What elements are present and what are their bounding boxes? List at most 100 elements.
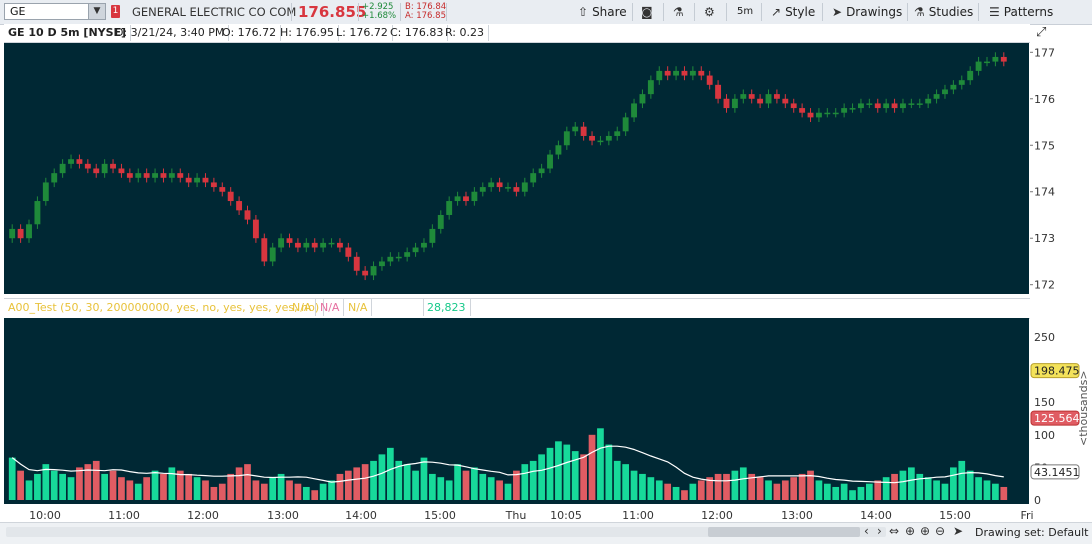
toolbar-divider bbox=[446, 3, 447, 21]
volume-bar bbox=[25, 480, 33, 500]
volume-bar bbox=[386, 447, 394, 500]
candle-body bbox=[975, 61, 982, 71]
candle-body bbox=[454, 196, 461, 202]
drawings-button[interactable]: ➤ Drawings bbox=[832, 3, 902, 21]
volume-bar bbox=[67, 477, 75, 500]
volume-bar bbox=[597, 428, 604, 500]
candle-body bbox=[177, 173, 184, 178]
symbol-dropdown-button[interactable]: ▼ bbox=[88, 4, 105, 19]
toolbar-divider bbox=[978, 3, 979, 21]
candle-body bbox=[631, 103, 637, 118]
volume-chart[interactable] bbox=[4, 318, 1029, 504]
settings-button[interactable]: ⚙ bbox=[704, 3, 715, 21]
price-chart[interactable] bbox=[4, 43, 1029, 294]
volume-bar bbox=[832, 486, 840, 500]
candle-body bbox=[799, 108, 806, 113]
candle-body bbox=[152, 173, 158, 178]
volume-bar bbox=[580, 454, 587, 500]
candle-body bbox=[563, 131, 570, 146]
drawing-set-label[interactable]: Drawing set: Default bbox=[975, 526, 1088, 539]
volume-bar bbox=[429, 473, 436, 500]
timeframe-button[interactable]: 5m bbox=[737, 3, 753, 21]
candle-body bbox=[412, 247, 419, 253]
volume-bar bbox=[908, 467, 915, 500]
expand-horizontal-icon[interactable]: ⇔ bbox=[889, 524, 899, 538]
volume-axis[interactable]: 250150100500198.475125.56443.1451<thousa… bbox=[1030, 318, 1092, 504]
volume-bar bbox=[336, 473, 344, 500]
scroll-left-icon[interactable]: ‹ bbox=[864, 524, 869, 538]
volume-tick-label: 250 bbox=[1034, 331, 1055, 344]
lab-button[interactable]: ⚗ bbox=[673, 3, 684, 21]
style-icon: ↗ bbox=[771, 5, 782, 19]
candle-body bbox=[395, 256, 402, 259]
volume-bar bbox=[218, 483, 226, 500]
volume-bar bbox=[487, 477, 495, 500]
candle-body bbox=[101, 163, 108, 174]
candle-body bbox=[68, 159, 74, 164]
snapshot-button[interactable]: ◙ bbox=[641, 3, 653, 21]
candle-body bbox=[227, 191, 234, 202]
candle-body bbox=[194, 177, 201, 183]
candle-body bbox=[731, 98, 738, 109]
volume-bar bbox=[361, 464, 369, 500]
candle-body bbox=[143, 173, 150, 178]
share-label: Share bbox=[592, 5, 627, 19]
time-tick-label: 12:00 bbox=[187, 509, 219, 522]
volume-bar bbox=[118, 477, 125, 500]
alert-badge[interactable]: 1 bbox=[111, 5, 120, 18]
candle-body bbox=[252, 219, 259, 239]
volume-bar bbox=[185, 473, 193, 500]
candle-body bbox=[488, 182, 495, 188]
candle-body bbox=[950, 84, 957, 90]
volume-bar bbox=[160, 473, 167, 500]
patterns-button[interactable]: ☰ Patterns bbox=[989, 3, 1053, 21]
price-axis[interactable]: 177 176 175 174 173 172 bbox=[1030, 43, 1092, 294]
candle-body bbox=[547, 154, 553, 169]
study-value-2: N/A bbox=[316, 299, 345, 316]
candle-body bbox=[740, 94, 747, 99]
candle-body bbox=[463, 196, 469, 202]
time-tick-label: Fri bbox=[1020, 509, 1033, 522]
volume-bar bbox=[260, 483, 268, 500]
volume-bar bbox=[143, 477, 151, 500]
volume-bar bbox=[630, 470, 638, 500]
scroll-right-icon[interactable]: › bbox=[877, 524, 882, 538]
time-axis[interactable]: 10:00 11:00 12:00 13:00 14:00 15:00 Thu 10:05 11… bbox=[0, 505, 1092, 522]
toolbar-divider bbox=[694, 3, 695, 21]
time-tick-label: 13:00 bbox=[781, 509, 813, 522]
candle-body bbox=[51, 173, 58, 183]
volume-bar bbox=[756, 477, 764, 500]
crosshair-icon[interactable]: ⊕ bbox=[905, 524, 915, 538]
volume-bar bbox=[370, 460, 377, 500]
candle-body bbox=[244, 210, 251, 220]
volume-bar bbox=[471, 467, 478, 500]
study-name[interactable]: A00_Test (50, 30, 200000000, yes, no, ye… bbox=[4, 299, 325, 316]
volume-bar bbox=[555, 441, 562, 500]
candle-body bbox=[328, 242, 335, 245]
volume-bar bbox=[916, 473, 924, 500]
volume-bar bbox=[697, 480, 705, 500]
volume-bar bbox=[882, 477, 890, 500]
volume-bar bbox=[689, 483, 697, 500]
candle-body bbox=[639, 94, 646, 104]
volume-bar bbox=[445, 480, 453, 500]
company-name: GENERAL ELECTRIC CO COM bbox=[132, 5, 297, 19]
studies-button[interactable]: ⚗ Studies bbox=[914, 3, 973, 21]
volume-bar bbox=[588, 434, 596, 500]
scrollbar-thumb[interactable] bbox=[708, 527, 860, 537]
share-button[interactable]: ⇧ Share bbox=[578, 3, 627, 21]
volume-bar bbox=[227, 473, 235, 500]
candle-body bbox=[446, 201, 453, 215]
cursor-icon[interactable]: ➤ bbox=[953, 524, 963, 538]
style-button[interactable]: ↗ Style bbox=[771, 3, 815, 21]
percent-change: +1.68% bbox=[362, 11, 397, 21]
volume-bar bbox=[773, 483, 781, 500]
volume-bar bbox=[252, 480, 260, 500]
zoom-in-icon[interactable]: ⊕ bbox=[920, 524, 930, 538]
volume-bar bbox=[664, 483, 672, 500]
time-tick-label: 11:00 bbox=[622, 509, 654, 522]
collapse-icon[interactable]: ⤢ bbox=[1036, 25, 1046, 40]
candle-body bbox=[824, 112, 831, 115]
zoom-out-icon[interactable]: ⊖ bbox=[935, 524, 945, 538]
ask-price: A: 176.85 bbox=[405, 11, 446, 21]
